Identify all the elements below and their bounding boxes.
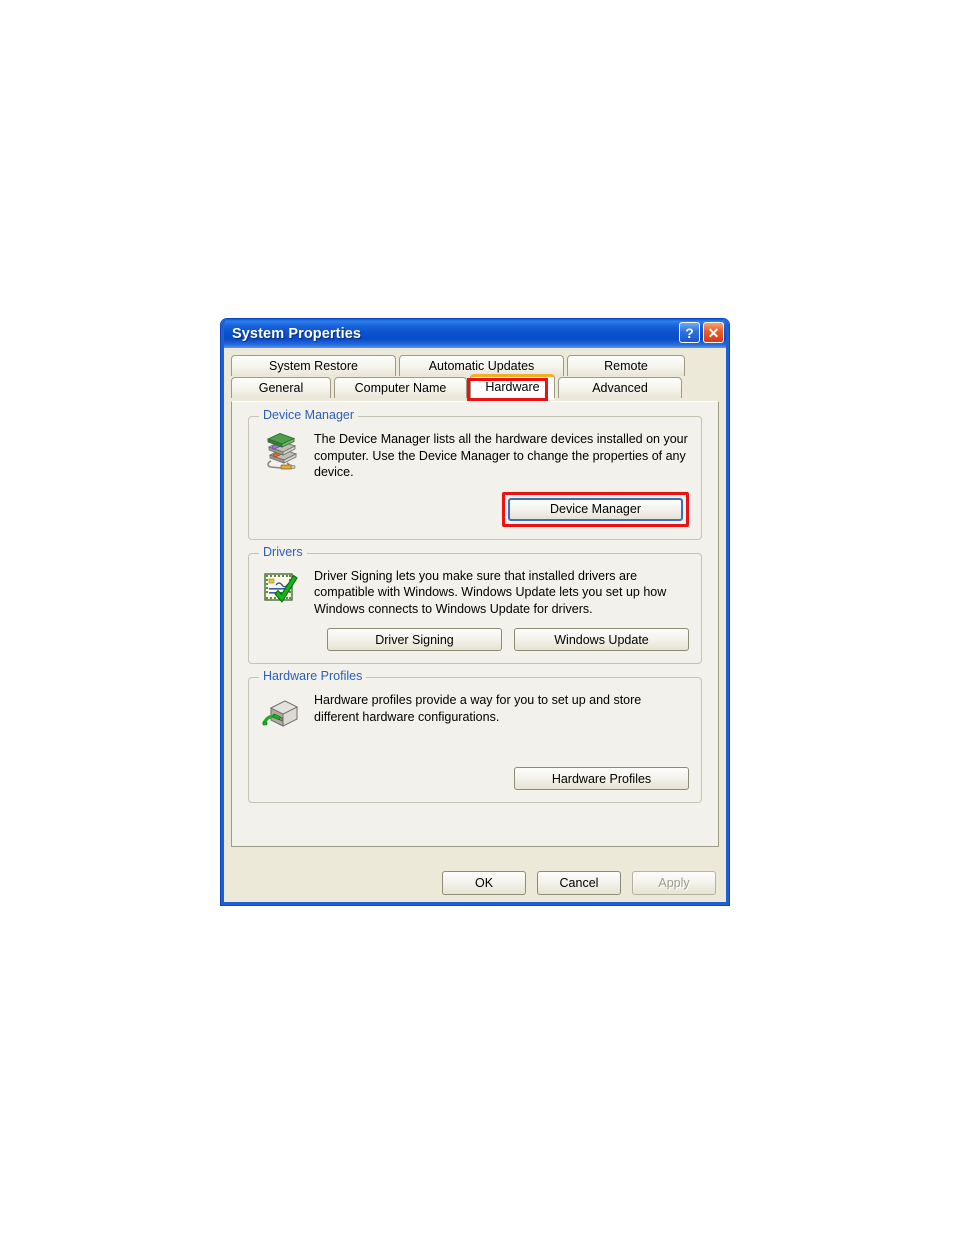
- driver-signing-icon: [261, 568, 303, 618]
- apply-button: Apply: [632, 871, 716, 895]
- close-icon[interactable]: ✕: [703, 322, 724, 343]
- drivers-button-row: Driver Signing Windows Update: [249, 628, 701, 663]
- group-label-hardware-profiles: Hardware Profiles: [259, 669, 367, 683]
- ok-button[interactable]: OK: [442, 871, 526, 895]
- device-manager-description: The Device Manager lists all the hardwar…: [314, 432, 688, 479]
- tab-automatic-updates[interactable]: Automatic Updates: [399, 355, 564, 376]
- tab-general[interactable]: General: [231, 377, 331, 398]
- hardware-profiles-button-row: Hardware Profiles: [249, 749, 701, 802]
- group-label-device-manager: Device Manager: [259, 408, 359, 422]
- device-manager-button-row: Device Manager: [249, 491, 701, 539]
- tab-advanced[interactable]: Advanced: [558, 377, 682, 398]
- tab-computer-name[interactable]: Computer Name: [334, 377, 467, 398]
- help-icon[interactable]: ?: [679, 322, 700, 343]
- windows-update-button[interactable]: Windows Update: [514, 628, 689, 651]
- tab-remote[interactable]: Remote: [567, 355, 685, 376]
- hardware-profiles-icon: [261, 692, 303, 738]
- group-device-manager: Device Manager The Device Manager lists …: [248, 408, 702, 540]
- tab-row-upper: System Restore Automatic Updates Remote: [231, 355, 719, 376]
- system-properties-dialog: System Properties ? ✕ System Restore Aut…: [220, 318, 730, 906]
- window-title: System Properties: [232, 325, 362, 342]
- dialog-footer: OK Cancel Apply: [221, 871, 729, 897]
- hardware-tab-panel: Device Manager The Device Manager lists …: [231, 401, 719, 847]
- device-manager-button[interactable]: Device Manager: [508, 497, 683, 521]
- group-drivers: Drivers Driver Signing lets you make sur…: [248, 544, 702, 664]
- driver-signing-button[interactable]: Driver Signing: [327, 628, 502, 651]
- device-manager-icon: [261, 431, 303, 481]
- tab-hardware[interactable]: Hardware: [470, 374, 555, 400]
- group-hardware-profiles: Hardware Profiles Hardware profiles prov…: [248, 669, 702, 803]
- tab-system-restore[interactable]: System Restore: [231, 355, 396, 376]
- device-manager-button-highlight: Device Manager: [502, 491, 689, 527]
- hardware-profiles-description: Hardware profiles provide a way for you …: [314, 693, 642, 724]
- hardware-profiles-button[interactable]: Hardware Profiles: [514, 767, 689, 790]
- tab-row-lower: General Computer Name Hardware Advanced: [231, 374, 719, 400]
- title-bar[interactable]: System Properties ? ✕: [221, 319, 729, 348]
- cancel-button[interactable]: Cancel: [537, 871, 621, 895]
- group-label-drivers: Drivers: [259, 544, 307, 559]
- tab-control: System Restore Automatic Updates Remote …: [231, 355, 719, 847]
- title-bar-buttons: ? ✕: [679, 322, 724, 343]
- drivers-description: Driver Signing lets you make sure that i…: [314, 568, 667, 616]
